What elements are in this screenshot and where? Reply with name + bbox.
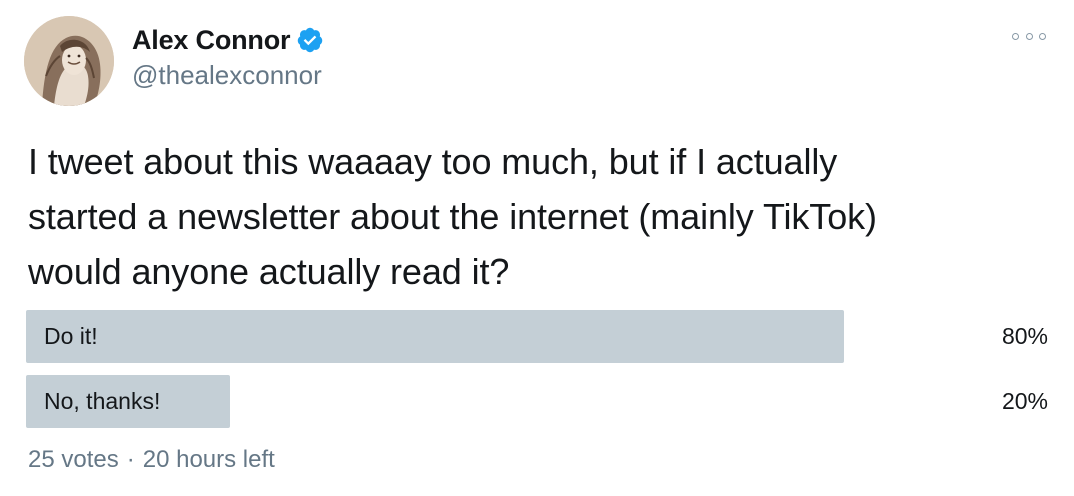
poll-result-bar [26,310,844,363]
user-handle[interactable]: @thealexconnor [132,60,324,91]
poll-option-label: Do it! [44,323,98,349]
tweet-text-line: I tweet about this waaaay too much, but … [28,141,838,182]
more-dot [1012,32,1019,40]
tweet-text-line: started a newsletter about the internet … [28,196,877,237]
poll: Do it! 80% No, thanks! 20% [26,310,1048,440]
poll-time-left: 20 hours left [142,446,275,473]
name-row: Alex Connor [132,22,324,58]
user-info: Alex Connor @thealexconnor [132,22,324,91]
poll-option[interactable]: No, thanks! 20% [26,375,1048,428]
display-name[interactable]: Alex Connor [132,25,291,56]
tweet-card: Alex Connor @thealexconnor I tweet about… [0,0,1074,496]
poll-meta: 25 votes · 20 hours left [28,446,275,474]
poll-vote-count[interactable]: 25 votes [28,446,119,474]
more-dot [1039,32,1046,40]
poll-option-label: No, thanks! [44,388,161,414]
poll-option-percent: 20% [1001,388,1048,414]
more-dot [1025,32,1033,40]
verified-badge-icon [296,26,324,54]
poll-option[interactable]: Do it! 80% [26,310,1048,363]
poll-meta-separator: · [126,446,135,473]
tweet-text-line: would anyone actually read it? [28,251,510,292]
more-options-icon[interactable] [1012,26,1046,46]
avatar-illustration [24,16,114,106]
avatar[interactable] [24,16,114,106]
tweet-text: I tweet about this waaaay too much, but … [28,134,1038,299]
poll-option-percent: 80% [1001,323,1048,349]
